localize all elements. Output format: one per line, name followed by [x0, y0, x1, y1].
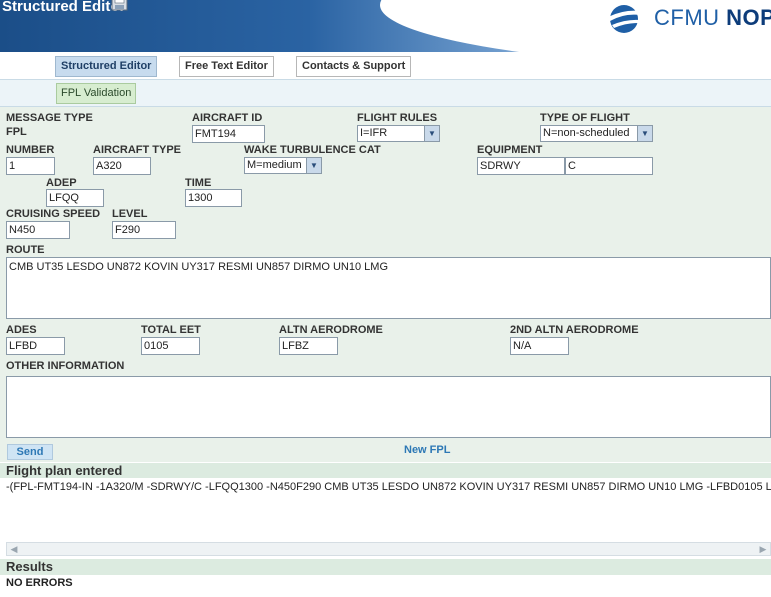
altn2-aerodrome-label: 2ND ALTN AERODROME [510, 324, 639, 336]
altn-aerodrome-label: ALTN AERODROME [279, 324, 383, 336]
chevron-down-icon[interactable]: ▼ [424, 126, 439, 141]
message-type-value: FPL [6, 126, 27, 138]
flight-rules-select[interactable]: I=IFR ▼ [357, 125, 440, 142]
brand-prefix: CFMU [654, 5, 727, 30]
scroll-left-icon[interactable]: ◀ [8, 543, 20, 555]
total-eet-label: TOTAL EET [141, 324, 201, 336]
level-field[interactable] [112, 221, 176, 239]
new-fpl-link[interactable]: New FPL [404, 444, 450, 456]
ades-field[interactable] [6, 337, 65, 355]
horizontal-scrollbar[interactable]: ◀ ▶ [6, 542, 771, 556]
header-banner: Structured Editor CFMU NOP [0, 0, 771, 52]
brand-name: CFMU NOP [654, 5, 771, 31]
chevron-down-icon[interactable]: ▼ [306, 158, 321, 173]
level-label: LEVEL [112, 208, 148, 220]
results-header: Results [0, 559, 771, 575]
subtab-bar: FPL Validation [0, 80, 771, 107]
tab-structured-editor[interactable]: Structured Editor [55, 56, 158, 77]
flight-plan-header: Flight plan entered [0, 463, 771, 478]
adep-field[interactable] [46, 189, 104, 207]
time-label: TIME [185, 177, 212, 189]
ades-label: ADES [6, 324, 37, 336]
scroll-right-icon[interactable]: ▶ [757, 543, 769, 555]
app-title: Structured Editor [2, 0, 126, 15]
save-icon[interactable] [111, 0, 128, 11]
eurocontrol-logo-icon [608, 5, 642, 33]
tab-contacts-support[interactable]: Contacts & Support [296, 56, 412, 77]
flight-plan-text: -(FPL-FMT194-IN -1A320/M -SDRWY/C -LFQQ1… [6, 481, 771, 493]
flight-rules-label: FLIGHT RULES [357, 112, 438, 124]
time-field[interactable] [185, 189, 242, 207]
brand-suffix: NOP [726, 5, 771, 30]
aircraft-type-field[interactable] [93, 157, 151, 175]
aircraft-type-label: AIRCRAFT TYPE [93, 144, 181, 156]
flight-rules-value: I=IFR [360, 127, 388, 139]
other-information-label: OTHER INFORMATION [6, 360, 125, 372]
type-of-flight-select[interactable]: N=non-scheduled ▼ [540, 125, 653, 142]
adep-label: ADEP [46, 177, 77, 189]
altn-aerodrome-field[interactable] [279, 337, 338, 355]
cruising-speed-label: CRUISING SPEED [6, 208, 101, 220]
type-of-flight-value: N=non-scheduled [543, 127, 630, 139]
flight-plan-heading: Flight plan entered [6, 463, 123, 478]
route-field[interactable]: CMB UT35 LESDO UN872 KOVIN UY317 RESMI U… [6, 257, 771, 319]
type-of-flight-label: TYPE OF FLIGHT [540, 112, 630, 124]
aircraft-id-field[interactable] [192, 125, 265, 143]
results-text: NO ERRORS [6, 577, 73, 589]
equipment-label: EQUIPMENT [477, 144, 543, 156]
wake-turbulence-select[interactable]: M=medium ▼ [244, 157, 322, 174]
wake-turbulence-label: WAKE TURBULENCE CAT [244, 144, 381, 156]
number-field[interactable] [6, 157, 55, 175]
subtab-fpl-validation[interactable]: FPL Validation [56, 83, 137, 104]
fpl-form: MESSAGE TYPE FPL AIRCRAFT ID FLIGHT RULE… [0, 107, 771, 462]
results-heading: Results [6, 559, 53, 574]
equipment-field-2[interactable] [565, 157, 653, 175]
other-information-field[interactable] [6, 376, 771, 438]
wake-turbulence-value: M=medium [247, 159, 302, 171]
cruising-speed-field[interactable] [6, 221, 70, 239]
message-type-label: MESSAGE TYPE [6, 112, 93, 124]
total-eet-field[interactable] [141, 337, 200, 355]
chevron-down-icon[interactable]: ▼ [637, 126, 652, 141]
tab-free-text-editor[interactable]: Free Text Editor [179, 56, 274, 77]
tab-bar: Structured Editor Free Text Editor Conta… [0, 52, 771, 80]
route-label: ROUTE [6, 244, 45, 256]
number-label: NUMBER [6, 144, 55, 156]
send-button[interactable]: Send [7, 444, 53, 460]
equipment-field-1[interactable] [477, 157, 565, 175]
flight-plan-output: -(FPL-FMT194-IN -1A320/M -SDRWY/C -LFQQ1… [0, 478, 771, 540]
altn2-aerodrome-field[interactable] [510, 337, 569, 355]
aircraft-id-label: AIRCRAFT ID [192, 112, 263, 124]
